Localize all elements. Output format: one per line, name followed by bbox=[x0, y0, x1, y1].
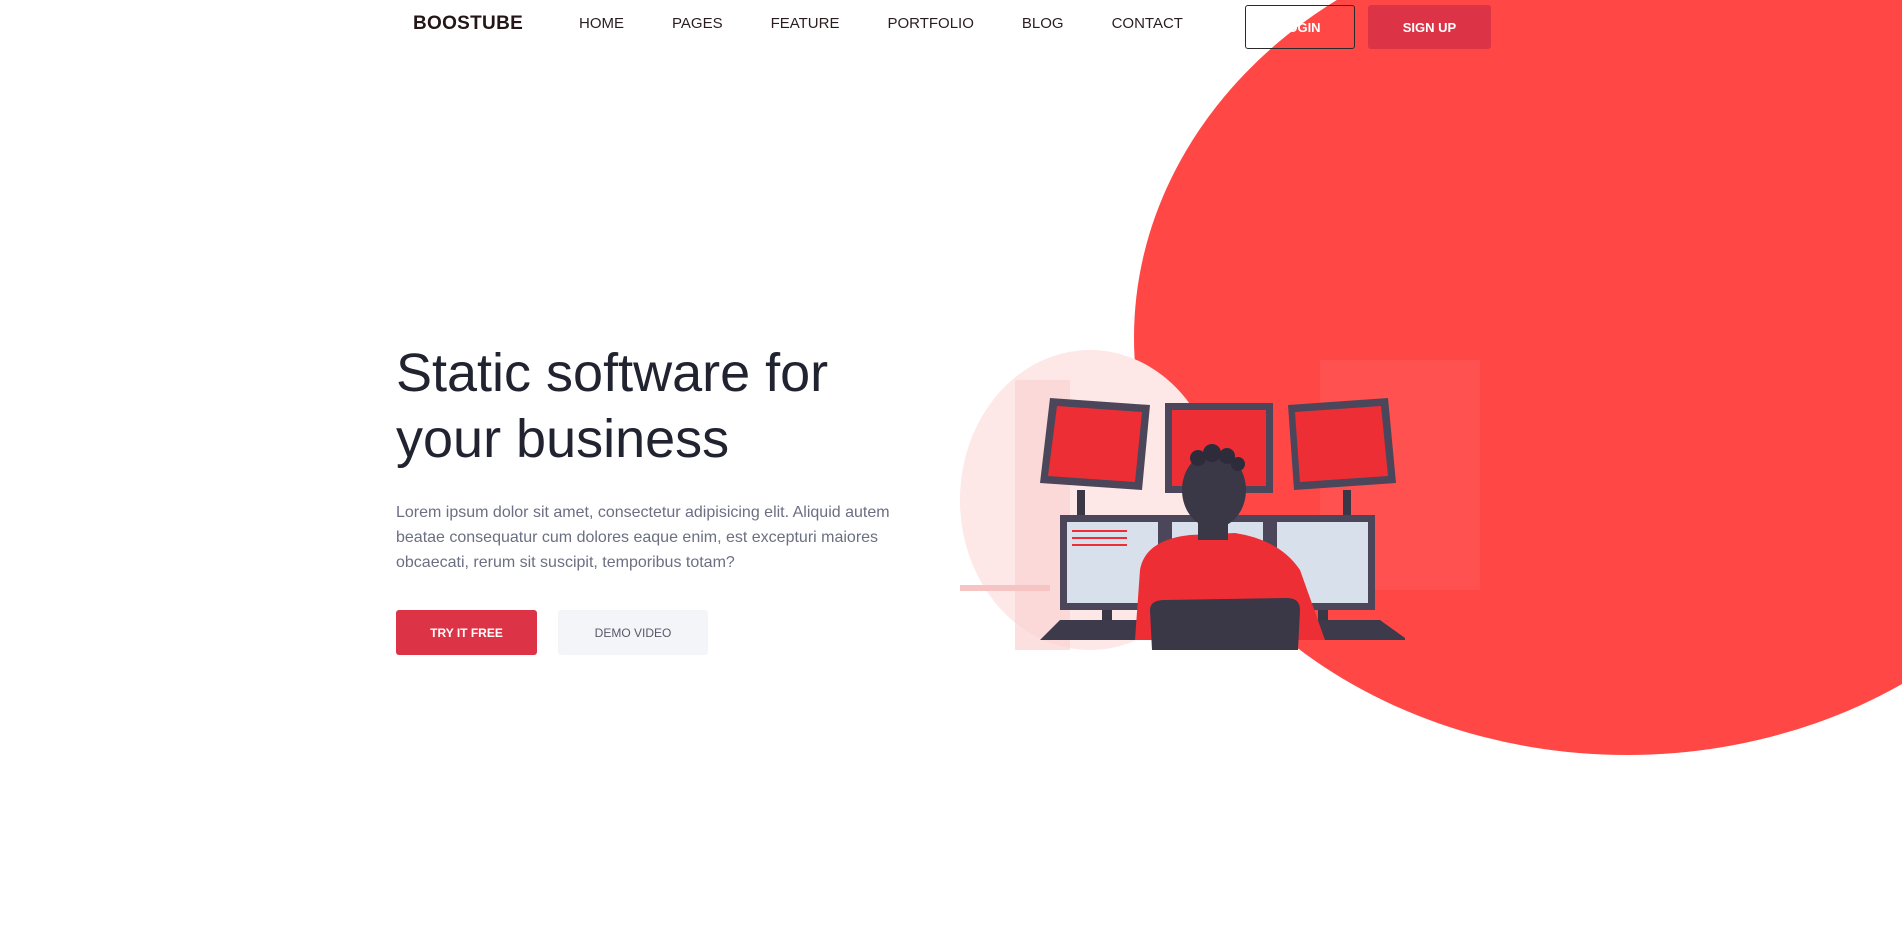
page: BOOSTUBE HOME PAGES FEATURE PORTFOLIO BL… bbox=[0, 0, 1902, 932]
brand-logo[interactable]: BOOSTUBE bbox=[413, 13, 523, 35]
demo-video-button[interactable]: DEMO VIDEO bbox=[558, 610, 708, 655]
main-nav: HOME PAGES FEATURE PORTFOLIO BLOG CONTAC… bbox=[579, 15, 1231, 32]
nav-link-contact[interactable]: CONTACT bbox=[1112, 15, 1183, 32]
nav-link-blog[interactable]: BLOG bbox=[1022, 15, 1064, 32]
nav-link-home[interactable]: HOME bbox=[579, 15, 624, 32]
nav-link-portfolio[interactable]: PORTFOLIO bbox=[887, 15, 973, 32]
hero-title-line-2: your business bbox=[396, 409, 730, 469]
hero-title: Static software for your business bbox=[396, 340, 956, 472]
signup-button[interactable]: SIGN UP bbox=[1368, 5, 1491, 49]
hero-title-line-1: Static software for bbox=[396, 343, 829, 403]
person-at-monitors-illustration bbox=[960, 350, 1480, 650]
nav-link-feature[interactable]: FEATURE bbox=[771, 15, 840, 32]
login-button[interactable]: LOGIN bbox=[1245, 5, 1355, 49]
nav-link-pages[interactable]: PAGES bbox=[672, 15, 723, 32]
try-it-free-button[interactable]: TRY IT FREE bbox=[396, 610, 537, 655]
navbar: BOOSTUBE HOME PAGES FEATURE PORTFOLIO BL… bbox=[0, 0, 1902, 56]
hero-description: Lorem ipsum dolor sit amet, consectetur … bbox=[396, 504, 890, 571]
